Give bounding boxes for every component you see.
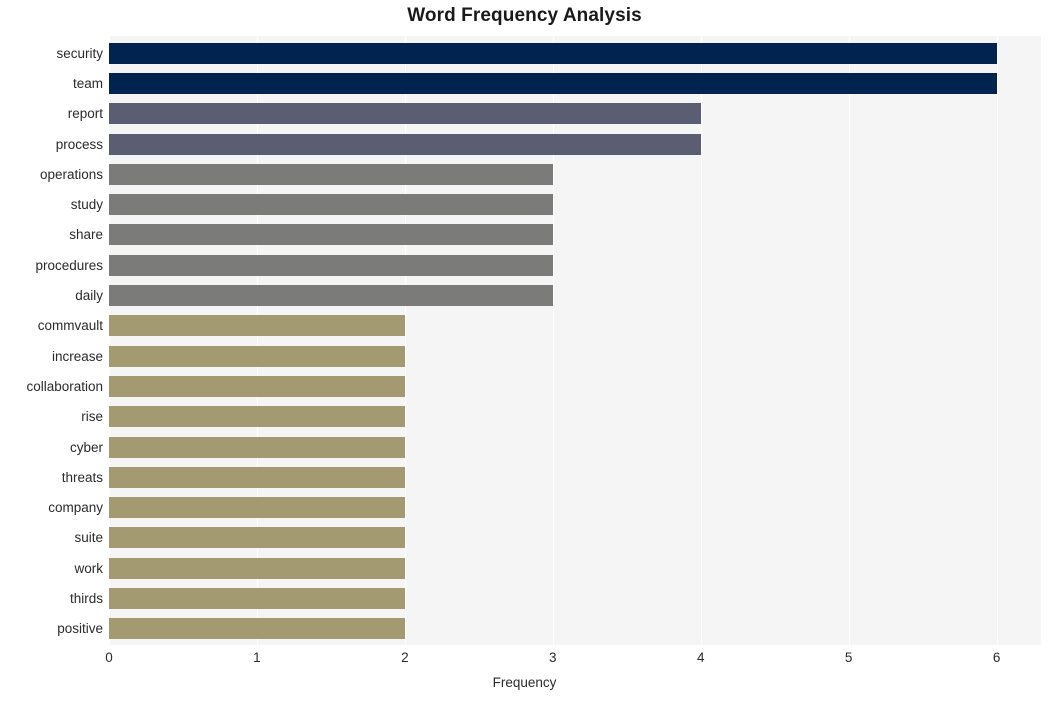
bar [109, 224, 553, 246]
y-tick-label: increase [51, 348, 103, 364]
gridline-x-3 [552, 36, 554, 645]
y-tick-label: report [67, 106, 103, 122]
bar [109, 163, 553, 185]
plot-area [109, 36, 1041, 645]
bar [109, 436, 405, 458]
y-axis-tick-labels: security team report process operations study… [0, 36, 103, 645]
x-tick-label: 5 [844, 650, 853, 665]
bar [109, 254, 553, 276]
bar [109, 345, 405, 367]
y-tick-label: commvault [37, 318, 103, 334]
gridline-x-5 [848, 36, 850, 645]
y-tick-label: security [56, 45, 103, 61]
x-axis-label: Frequency [492, 675, 557, 690]
y-tick-label: work [74, 560, 103, 576]
x-tick-label: 3 [549, 650, 557, 665]
y-tick-label: threats [61, 469, 103, 485]
bar [109, 103, 701, 125]
y-tick-label: share [69, 227, 103, 243]
bar [109, 315, 405, 337]
bar [109, 133, 701, 155]
bar [109, 285, 553, 307]
y-tick-label: cyber [69, 439, 103, 455]
y-tick-label: team [72, 75, 103, 91]
bar [109, 527, 405, 549]
y-tick-label: company [48, 500, 103, 516]
y-tick-label: thirds [69, 591, 103, 607]
gridline-x-6 [996, 36, 998, 645]
x-tick-label: 0 [105, 650, 113, 665]
gridline-x-0 [109, 36, 110, 645]
x-tick-label: 4 [696, 650, 705, 665]
bar [109, 557, 405, 579]
x-tick-label: 6 [992, 650, 1001, 665]
chart-title: Word Frequency Analysis [407, 5, 642, 26]
y-tick-label: rise [81, 409, 103, 425]
y-tick-label: collaboration [26, 378, 103, 394]
y-tick-label: procedures [35, 257, 103, 273]
y-tick-label: study [70, 197, 103, 213]
gridline-x-2 [404, 36, 406, 645]
bar [109, 375, 405, 397]
y-tick-label: operations [39, 166, 103, 182]
bar [109, 406, 405, 428]
x-tick-label: 1 [253, 650, 261, 665]
bar [109, 42, 997, 64]
bar [109, 618, 405, 640]
chart-figure: Word Frequency Analysis security team repo… [0, 0, 1049, 701]
y-tick-label: positive [57, 621, 103, 637]
bar [109, 588, 405, 610]
bar [109, 194, 553, 216]
x-axis-tick-labels: 0 1 2 3 4 5 6 [0, 650, 1049, 672]
y-tick-label: daily [75, 288, 103, 304]
bar [109, 72, 997, 94]
bar [109, 497, 405, 519]
x-tick-label: 2 [401, 650, 409, 665]
bar [109, 466, 405, 488]
gridline-x-1 [256, 36, 258, 645]
y-tick-label: suite [74, 530, 103, 546]
y-tick-label: process [55, 136, 103, 152]
gridline-x-4 [700, 36, 702, 645]
